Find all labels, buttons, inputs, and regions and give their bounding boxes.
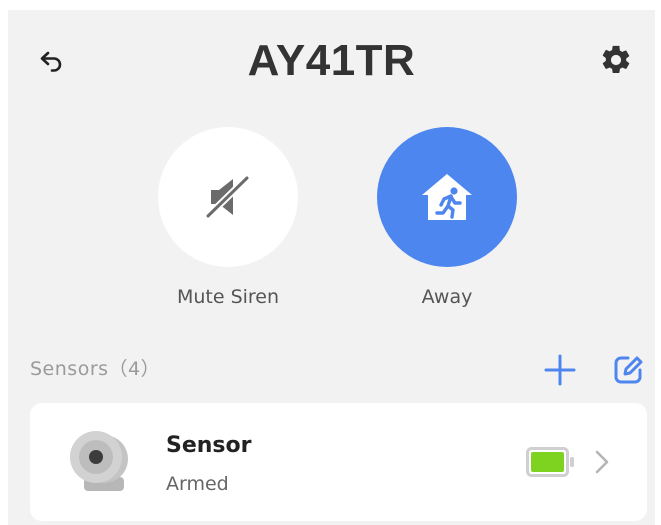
away-mode-button[interactable]: [377, 127, 517, 267]
house-running-person-icon: [422, 174, 472, 220]
plus-icon: [544, 354, 576, 386]
chevron-right-icon: [595, 450, 609, 474]
mute-siren-button[interactable]: [158, 127, 298, 267]
gear-icon: [602, 45, 630, 74]
sensor-name: Sensor: [166, 433, 252, 458]
away-mode-label: Away: [421, 286, 473, 308]
add-sensor-button[interactable]: [540, 350, 580, 390]
sensors-heading: Sensors（4）: [30, 358, 161, 380]
settings-button[interactable]: [598, 42, 634, 78]
battery-full-icon: [526, 447, 574, 477]
sensor-list-item[interactable]: Sensor Armed: [30, 403, 647, 521]
sensor-status: Armed: [166, 473, 229, 495]
mute-siren-label: Mute Siren: [176, 286, 280, 308]
edit-icon: [614, 356, 643, 384]
edit-sensors-button[interactable]: [608, 350, 648, 390]
page-title: AY41TR: [247, 36, 416, 85]
motion-sensor-icon: [70, 431, 128, 491]
app-screen: AY41TR Mute Siren Away Sensors（4） Sensor…: [8, 10, 655, 525]
speaker-muted-icon: [204, 174, 251, 220]
